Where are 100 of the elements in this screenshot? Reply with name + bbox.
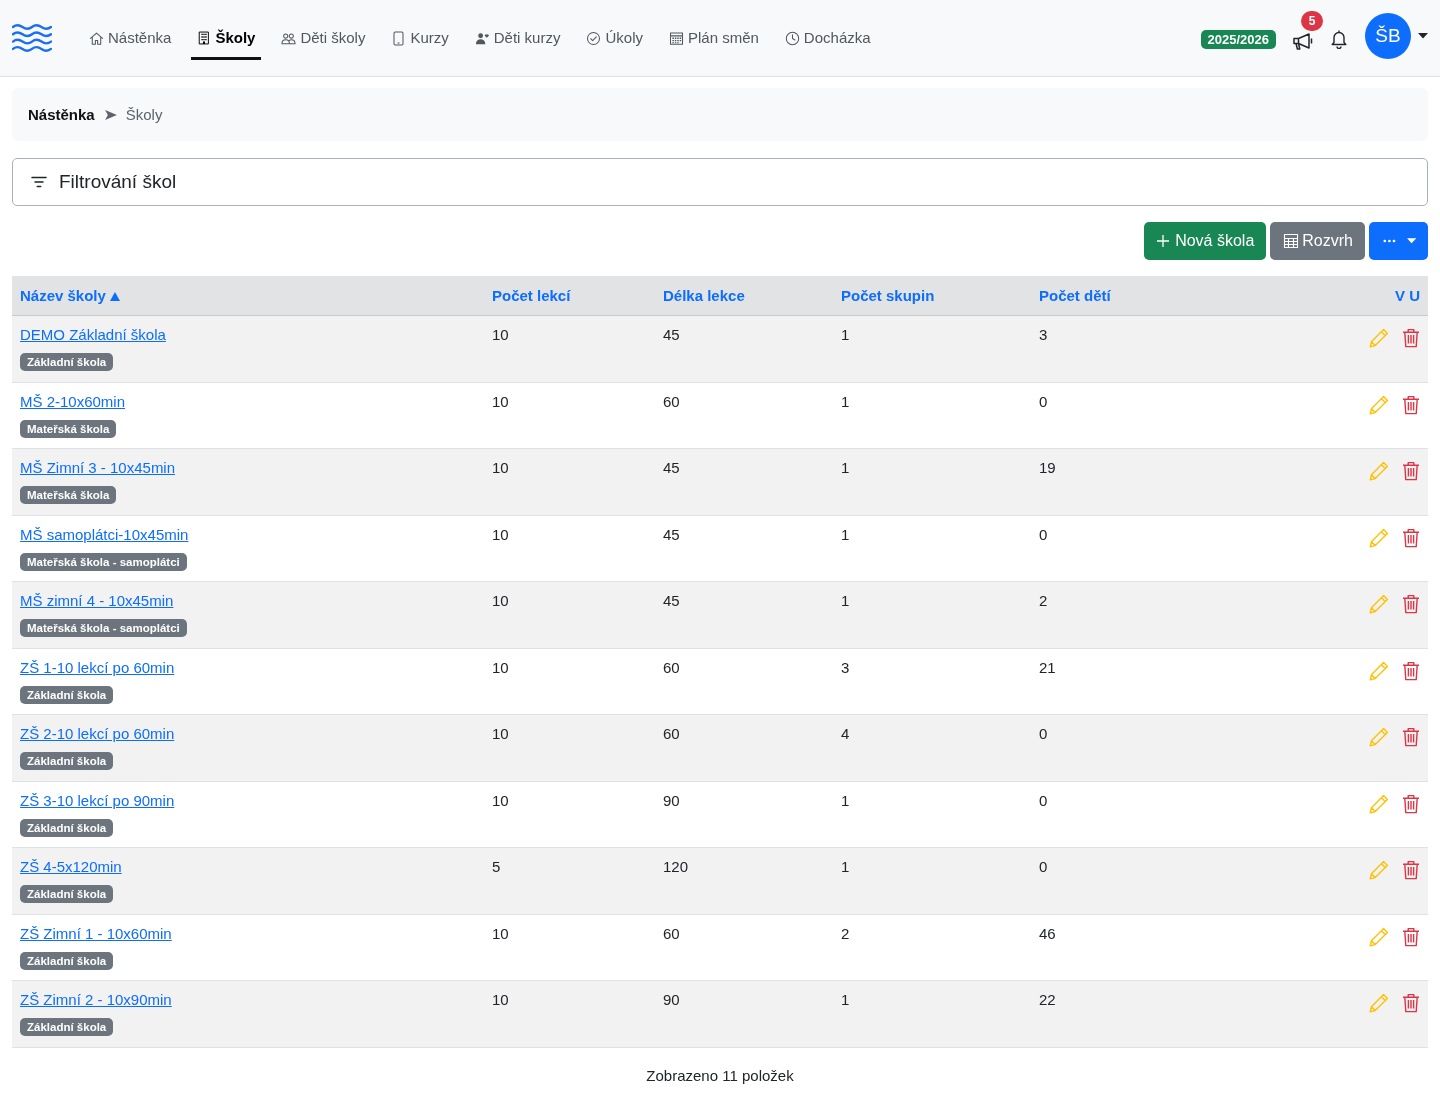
table-cell: 3 [1039,326,1048,343]
nav-tab[interactable]: Plán směn [663,19,765,60]
table-cell: 0 [1039,725,1048,742]
table-cell: 2 [1039,592,1048,609]
nav-tab[interactable]: Kurzy [385,19,455,60]
table-cell: 21 [1039,658,1056,676]
school-type-badge: Základní škola [20,752,114,770]
table-cell: 1 [841,525,850,543]
plus-icon [1156,234,1171,248]
trash-icon[interactable] [1402,660,1420,681]
calendar-icon [669,30,684,46]
school-type-badge: Základní škola [20,951,114,970]
school-link[interactable]: MŠ samoplátci-10x45min [20,525,189,543]
school-type-badge: Mateřská škola [20,486,117,504]
school-link[interactable]: MŠ Zimní 3 - 10x45min [20,459,176,476]
trash-icon[interactable] [1402,793,1420,814]
table-cell: 46 [1039,924,1056,942]
table-cell: 45 [663,592,680,609]
breadcrumb-link[interactable]: Nástěnka [28,106,95,123]
table-cell: 0 [1039,858,1048,875]
trash-icon[interactable] [1402,926,1420,947]
sort-ascending-icon[interactable] [109,292,120,301]
nav-tab[interactable]: Úkoly [580,19,649,60]
table-cell: 90 [663,791,680,809]
trash-icon[interactable] [1402,594,1420,614]
table-cell: 1 [841,858,850,875]
waves-logo-icon[interactable] [12,24,52,52]
arrowhead-icon [104,109,117,120]
table-cell: 19 [1039,459,1056,476]
school-type-badge: Základní škola [20,353,114,371]
nav-tab[interactable]: Nástěnka [83,19,178,60]
table-cell: 10 [492,459,509,476]
column-header[interactable]: Délka lekce [663,287,745,304]
table-cell: 60 [663,658,680,676]
table-cell: 10 [492,725,509,742]
nav-tab[interactable]: Děti kurzy [468,19,567,60]
table-cell: 10 [492,991,509,1008]
school-link[interactable]: MŠ zimní 4 - 10x45min [20,592,174,609]
item-count-text: Zobrazeno 11 položek [646,1066,794,1084]
home-icon [89,30,104,46]
building-icon [197,30,212,46]
school-link[interactable]: ZŠ 2-10 lekcí po 60min [20,725,175,742]
bell-icon[interactable] [1330,29,1348,49]
table-cell: 0 [1039,791,1048,809]
caret-icon [1406,238,1416,244]
trash-icon[interactable] [1402,993,1420,1013]
filter-toggle[interactable]: Filtrování škol [12,158,1428,206]
megaphone-icon[interactable] [1292,31,1314,51]
filter-icon [31,176,47,188]
trash-icon[interactable] [1402,527,1420,548]
avatar-button[interactable]: ŠB [1365,13,1411,59]
school-link[interactable]: ZŠ 1-10 lekcí po 60min [20,658,175,676]
table-cell: 60 [663,725,680,742]
school-link[interactable]: ZŠ Zimní 2 - 10x90min [20,991,172,1008]
more-button[interactable] [1369,222,1428,260]
table-cell: 10 [492,592,509,609]
column-header[interactable]: Počet dětí [1039,287,1111,304]
new-school-button[interactable]: Nová škola [1144,222,1267,260]
person-heart-icon [474,30,490,46]
trash-icon[interactable] [1402,461,1420,481]
school-link[interactable]: ZŠ Zimní 1 - 10x60min [20,924,172,942]
trash-icon[interactable] [1402,860,1420,880]
schedule-button[interactable]: Rozvrh [1270,222,1365,260]
clock-icon [784,30,800,46]
school-link[interactable]: ZŠ 4-5x120min [20,858,122,875]
table-cell: 4 [841,725,850,742]
people-icon [281,30,297,46]
table-cell: 3 [841,658,850,676]
school-type-badge: Základní škola [20,885,114,903]
trash-icon[interactable] [1402,727,1420,747]
school-link[interactable]: DEMO Základní škola [20,326,166,343]
caret-icon[interactable] [1418,33,1428,39]
column-header[interactable]: Název školy [20,287,106,304]
table-cell: 22 [1039,991,1056,1008]
table-cell: 1 [841,592,850,609]
nav-tab[interactable]: Školy [191,19,262,60]
trash-icon[interactable] [1402,328,1420,348]
table-cell: 90 [663,991,680,1008]
table-cell: 120 [663,858,689,875]
school-type-badge: Základní škola [20,1018,114,1036]
nav-tab[interactable]: Docházka [778,19,877,60]
table-cell: 2 [841,924,850,942]
column-header[interactable]: Počet lekcí [492,287,571,304]
table-cell: 1 [841,392,850,410]
trash-icon[interactable] [1402,394,1420,415]
school-link[interactable]: MŠ 2-10x60min [20,392,126,410]
table-cell: 10 [492,791,509,809]
table-cell: 1 [841,326,850,343]
table-cell: 45 [663,459,680,476]
school-link[interactable]: ZŠ 3-10 lekcí po 90min [20,791,175,809]
table-icon [1283,233,1300,249]
breadcrumb-current: Školy [125,106,163,123]
school-type-badge: Základní škola [20,685,114,704]
table-cell: 1 [841,459,850,476]
column-header[interactable]: V U [1395,287,1420,304]
nav-tab[interactable]: Děti školy [275,19,372,60]
table-cell: 0 [1039,525,1048,543]
dots-icon [1383,239,1396,243]
table-cell: 1 [841,991,850,1008]
table-cell: 10 [492,924,509,942]
